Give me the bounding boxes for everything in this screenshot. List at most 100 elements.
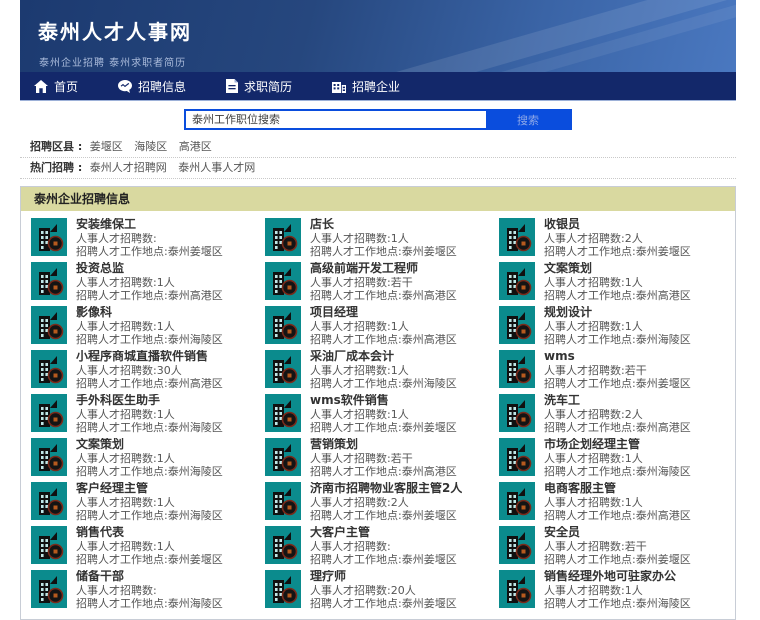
job-listing-item[interactable]: 项目经理 人事人才招聘数:1人 招聘人才工作地点:泰州高港区	[265, 306, 491, 345]
job-title[interactable]: 手外科医生助手	[76, 394, 223, 407]
job-title[interactable]: 理疗师	[310, 570, 457, 583]
job-title[interactable]: 市场企划经理主管	[544, 438, 691, 451]
job-location: 招聘人才工作地点:泰州海陵区	[76, 509, 223, 522]
job-listing-item[interactable]: 店长 人事人才招聘数:1人 招聘人才工作地点:泰州姜堰区	[265, 218, 491, 257]
job-listing-item[interactable]: 收银员 人事人才招聘数:2人 招聘人才工作地点:泰州姜堰区	[499, 218, 725, 257]
job-recruit-count: 人事人才招聘数:2人	[544, 233, 643, 245]
job-title[interactable]: 安全员	[544, 526, 691, 539]
job-listing-item[interactable]: 文案策划 人事人才招聘数:1人 招聘人才工作地点:泰州高港区	[499, 262, 725, 301]
company-building-icon	[31, 482, 67, 520]
hot-link-talent-site[interactable]: 泰州人才招聘网	[90, 161, 167, 174]
job-location: 招聘人才工作地点:泰州姜堰区	[544, 377, 691, 390]
job-listing-item[interactable]: 影像科 人事人才招聘数:1人 招聘人才工作地点:泰州海陵区	[31, 306, 257, 345]
job-recruit-count: 人事人才招聘数:1人	[310, 409, 409, 421]
job-title[interactable]: 销售代表	[76, 526, 223, 539]
company-building-icon	[31, 394, 67, 432]
resume-icon	[226, 79, 239, 93]
job-title[interactable]: 高级前端开发工程师	[310, 262, 457, 275]
job-listing-item[interactable]: wms软件销售 人事人才招聘数:1人 招聘人才工作地点:泰州姜堰区	[265, 394, 491, 433]
nav-item-job-info[interactable]: 招聘信息	[104, 72, 200, 100]
job-listing-item[interactable]: 洗车工 人事人才招聘数:2人 招聘人才工作地点:泰州高港区	[499, 394, 725, 433]
nav-item-companies[interactable]: 招聘企业	[318, 72, 414, 100]
job-recruit-count: 人事人才招聘数:1人	[76, 541, 175, 553]
home-icon	[34, 79, 48, 93]
job-listing-item[interactable]: 规划设计 人事人才招聘数:1人 招聘人才工作地点:泰州海陵区	[499, 306, 725, 345]
company-building-icon	[265, 570, 301, 608]
job-listing-item[interactable]: wms 人事人才招聘数:若干 招聘人才工作地点:泰州姜堰区	[499, 350, 725, 389]
company-building-icon	[265, 218, 301, 256]
job-title[interactable]: 安装维保工	[76, 218, 223, 231]
job-title[interactable]: 销售经理外地可驻家办公	[544, 570, 691, 583]
job-listing-item[interactable]: 储备干部 人事人才招聘数: 招聘人才工作地点:泰州海陵区	[31, 570, 257, 609]
job-title[interactable]: 规划设计	[544, 306, 691, 319]
job-text: 销售代表 人事人才招聘数:1人 招聘人才工作地点:泰州姜堰区	[76, 526, 223, 566]
job-title[interactable]: 营销策划	[310, 438, 457, 451]
job-listing-item[interactable]: 电商客服主管 人事人才招聘数:1人 招聘人才工作地点:泰州高港区	[499, 482, 725, 521]
job-location: 招聘人才工作地点:泰州姜堰区	[76, 553, 223, 566]
job-listing-item[interactable]: 销售经理外地可驻家办公 人事人才招聘数:1人 招聘人才工作地点:泰州海陵区	[499, 570, 725, 609]
job-title[interactable]: 投资总监	[76, 262, 223, 275]
job-title[interactable]: wms	[544, 350, 691, 363]
job-title[interactable]: 电商客服主管	[544, 482, 691, 495]
job-title[interactable]: wms软件销售	[310, 394, 457, 407]
job-title[interactable]: 影像科	[76, 306, 223, 319]
nav-item-label: 求职简历	[244, 79, 293, 94]
job-title[interactable]: 洗车工	[544, 394, 691, 407]
job-title[interactable]: 采油厂成本会计	[310, 350, 457, 363]
job-title[interactable]: 大客户主管	[310, 526, 457, 539]
job-listing-item[interactable]: 安装维保工 人事人才招聘数: 招聘人才工作地点:泰州姜堰区	[31, 218, 257, 257]
job-text: 电商客服主管 人事人才招聘数:1人 招聘人才工作地点:泰州高港区	[544, 482, 691, 522]
search-input[interactable]	[186, 111, 486, 128]
job-listing-item[interactable]: 投资总监 人事人才招聘数:1人 招聘人才工作地点:泰州高港区	[31, 262, 257, 301]
job-title[interactable]: 储备干部	[76, 570, 223, 583]
job-title[interactable]: 小程序商城直播软件销售	[76, 350, 223, 363]
job-listing-item[interactable]: 客户经理主管 人事人才招聘数:1人 招聘人才工作地点:泰州海陵区	[31, 482, 257, 521]
job-listing-item[interactable]: 安全员 人事人才招聘数:若干 招聘人才工作地点:泰州姜堰区	[499, 526, 725, 565]
job-location: 招聘人才工作地点:泰州海陵区	[544, 333, 691, 346]
job-listing-item[interactable]: 小程序商城直播软件销售 人事人才招聘数:30人 招聘人才工作地点:泰州高港区	[31, 350, 257, 389]
job-text: wms 人事人才招聘数:若干 招聘人才工作地点:泰州姜堰区	[544, 350, 691, 390]
job-title[interactable]: 济南市招聘物业客服主管2人	[310, 482, 462, 495]
job-listing-item[interactable]: 高级前端开发工程师 人事人才招聘数:若干 招聘人才工作地点:泰州高港区	[265, 262, 491, 301]
search-button[interactable]: 搜索	[486, 111, 570, 128]
company-building-icon	[31, 306, 67, 344]
job-listing-item[interactable]: 市场企划经理主管 人事人才招聘数:1人 招聘人才工作地点:泰州海陵区	[499, 438, 725, 477]
job-location: 招聘人才工作地点:泰州高港区	[544, 289, 691, 302]
job-text: 销售经理外地可驻家办公 人事人才招聘数:1人 招聘人才工作地点:泰州海陵区	[544, 570, 691, 610]
job-listing-item[interactable]: 采油厂成本会计 人事人才招聘数:1人 招聘人才工作地点:泰州海陵区	[265, 350, 491, 389]
job-listing-item[interactable]: 济南市招聘物业客服主管2人 人事人才招聘数:2人 招聘人才工作地点:泰州姜堰区	[265, 482, 491, 521]
company-icon	[332, 80, 347, 93]
job-location: 招聘人才工作地点:泰州高港区	[544, 421, 691, 434]
company-building-icon	[499, 218, 535, 256]
job-recruit-count: 人事人才招聘数:	[76, 233, 157, 245]
job-title[interactable]: 文案策划	[76, 438, 223, 451]
company-building-icon	[265, 526, 301, 564]
job-title[interactable]: 店长	[310, 218, 457, 231]
job-listing-item[interactable]: 手外科医生助手 人事人才招聘数:1人 招聘人才工作地点:泰州海陵区	[31, 394, 257, 433]
nav-item-home[interactable]: 首页	[20, 72, 92, 100]
job-text: 店长 人事人才招聘数:1人 招聘人才工作地点:泰州姜堰区	[310, 218, 457, 258]
job-title[interactable]: 客户经理主管	[76, 482, 223, 495]
nav-item-resumes[interactable]: 求职简历	[212, 72, 306, 100]
job-text: 储备干部 人事人才招聘数: 招聘人才工作地点:泰州海陵区	[76, 570, 223, 610]
job-listing-item[interactable]: 理疗师 人事人才招聘数:20人 招聘人才工作地点:泰州姜堰区	[265, 570, 491, 609]
job-location: 招聘人才工作地点:泰州高港区	[544, 509, 691, 522]
job-title[interactable]: 项目经理	[310, 306, 457, 319]
region-link-jiangyan[interactable]: 姜堰区	[90, 140, 123, 153]
region-link-gaogang[interactable]: 高港区	[179, 140, 212, 153]
company-building-icon	[265, 306, 301, 344]
company-building-icon	[499, 394, 535, 432]
region-link-hailing[interactable]: 海陵区	[134, 140, 167, 153]
job-location: 招聘人才工作地点:泰州姜堰区	[310, 245, 457, 258]
job-title[interactable]: 文案策划	[544, 262, 691, 275]
hot-link-hr-site[interactable]: 泰州人事人才网	[178, 161, 255, 174]
hot-recruit-row: 热门招聘 : 泰州人才招聘网 泰州人事人才网	[20, 158, 736, 179]
job-listing-item[interactable]: 大客户主管 人事人才招聘数: 招聘人才工作地点:泰州姜堰区	[265, 526, 491, 565]
job-recruit-count: 人事人才招聘数:1人	[544, 277, 643, 289]
job-listing-item[interactable]: 文案策划 人事人才招聘数:1人 招聘人才工作地点:泰州海陵区	[31, 438, 257, 477]
job-title[interactable]: 收银员	[544, 218, 691, 231]
job-listing-item[interactable]: 销售代表 人事人才招聘数:1人 招聘人才工作地点:泰州姜堰区	[31, 526, 257, 565]
job-location: 招聘人才工作地点:泰州姜堰区	[544, 245, 691, 258]
company-building-icon	[499, 262, 535, 300]
job-listing-item[interactable]: 营销策划 人事人才招聘数:若干 招聘人才工作地点:泰州高港区	[265, 438, 491, 477]
